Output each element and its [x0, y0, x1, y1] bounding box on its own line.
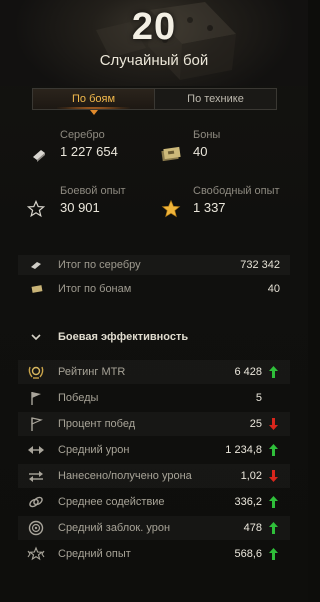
trend-up-icon [269, 444, 278, 456]
total-silver-value: 732 342 [240, 259, 280, 271]
free-xp-label: Свободный опыт [193, 185, 280, 197]
stat-label: Средний опыт [58, 548, 131, 560]
stat-label: Нанесено/получено урона [58, 470, 192, 482]
trend-down-icon [269, 470, 278, 482]
totals-block: Итог по серебру 732 342 Итог по бонам 40 [18, 252, 290, 302]
trend-down-icon [269, 418, 278, 430]
stat-row-mtr: Рейтинг MTR 6 428 [18, 360, 290, 384]
stat-label: Средний заблок. урон [58, 522, 171, 534]
header-banner: 20 Случайный бой [0, 0, 308, 86]
battle-stats-panel: 20 Случайный бой По боям По технике Сере… [0, 0, 308, 602]
trend-up-icon [269, 496, 278, 508]
blocked-damage-icon [28, 520, 44, 536]
section-title: Боевая эффективность [58, 331, 189, 343]
tab-by-battles[interactable]: По боям [33, 89, 155, 115]
trend-up-icon [269, 522, 278, 534]
stat-row-avg-damage: Средний урон 1 234,8 [18, 438, 290, 462]
total-silver-label: Итог по серебру [58, 259, 141, 271]
stat-row-win-rate: Процент побед 25 [18, 412, 290, 436]
combat-xp-block: Боевой опыт 30 901 [60, 185, 126, 215]
stat-row-blocked-damage: Средний заблок. урон 478 [18, 516, 290, 540]
total-bonds-label: Итог по бонам [58, 283, 132, 295]
stat-value: 478 [243, 522, 262, 534]
tab-by-vehicles[interactable]: По технике [155, 89, 276, 109]
stat-row-victories: Победы 5 [18, 386, 290, 410]
stat-value: 6 428 [234, 366, 262, 378]
silver-icon [33, 150, 45, 162]
stat-label: Средний урон [58, 444, 130, 456]
combat-xp-label: Боевой опыт [60, 185, 126, 197]
stat-label: Рейтинг MTR [58, 366, 126, 378]
battle-mode-title: Случайный бой [99, 52, 209, 69]
bonds-icon [161, 146, 181, 162]
silver-label: Серебро [60, 129, 105, 141]
stat-value: 336,2 [234, 496, 262, 508]
combat-xp-value: 30 901 [60, 200, 100, 215]
total-row-silver: Итог по серебру 732 342 [18, 255, 290, 275]
win-rate-flag-icon [31, 417, 43, 431]
free-xp-value: 1 337 [193, 200, 226, 215]
bonds-label: Боны [193, 129, 221, 141]
trend-up-icon [269, 366, 278, 378]
stat-value: 25 [249, 418, 262, 430]
victory-flag-icon [31, 392, 41, 405]
stat-value: 568,6 [234, 548, 262, 560]
stat-value: 1 234,8 [225, 444, 262, 456]
total-bonds-value: 40 [267, 283, 280, 295]
stat-row-damage-ratio: Нанесено/получено урона 1,02 [18, 464, 290, 488]
silver-block: Серебро 1 227 654 [60, 129, 118, 159]
mtr-rating-icon [28, 366, 44, 379]
assist-icon [29, 496, 43, 508]
avg-xp-icon [27, 546, 45, 561]
bonds-icon [31, 285, 43, 293]
bonds-block: Боны 40 [193, 129, 220, 159]
stat-row-avg-assist: Среднее содействие 336,2 [18, 490, 290, 514]
silver-value: 1 227 654 [60, 144, 118, 159]
damage-icon [28, 446, 44, 454]
combat-efficiency-header[interactable]: Боевая эффективность [18, 326, 290, 348]
stat-label: Победы [58, 392, 99, 404]
star-gold-icon [161, 199, 181, 218]
trend-up-icon [269, 548, 278, 560]
battle-count: 20 [131, 6, 177, 48]
star-outline-icon [27, 200, 45, 218]
damage-ratio-icon [29, 471, 43, 482]
silver-icon [31, 262, 41, 269]
free-xp-block: Свободный опыт 1 337 [193, 185, 280, 215]
total-row-bonds: Итог по бонам 40 [18, 279, 290, 299]
stat-value: 5 [255, 392, 262, 404]
stat-label: Среднее содействие [58, 496, 165, 508]
chevron-down-icon [31, 334, 41, 341]
bonds-value: 40 [193, 144, 208, 159]
stat-label: Процент побед [58, 418, 136, 430]
stat-value: 1,02 [240, 470, 262, 482]
stat-row-avg-xp: Средний опыт 568,6 [18, 542, 290, 566]
view-tabs: По боям По технике [32, 88, 277, 115]
